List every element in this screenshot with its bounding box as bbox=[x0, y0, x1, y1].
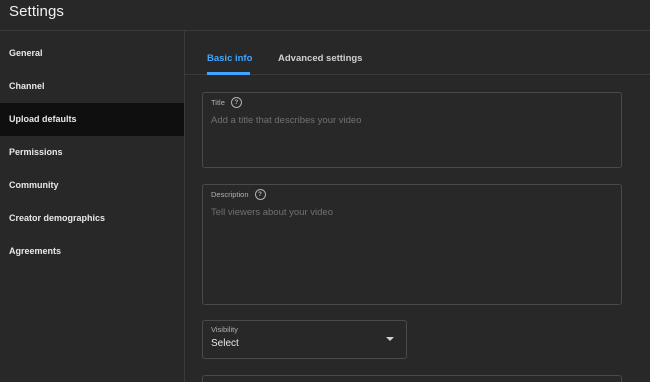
title-placeholder[interactable]: Add a title that describes your video bbox=[211, 115, 362, 126]
chevron-down-icon[interactable] bbox=[386, 337, 394, 341]
settings-app: Settings General Channel Upload defaults… bbox=[0, 0, 650, 382]
help-icon[interactable]: ? bbox=[254, 189, 266, 200]
visibility-selected-value: Select bbox=[211, 338, 239, 349]
sidebar: General Channel Upload defaults Permissi… bbox=[0, 31, 185, 382]
help-icon[interactable]: ? bbox=[230, 97, 242, 108]
tab-bar: Basic info Advanced settings bbox=[185, 31, 650, 75]
description-field-label: Description bbox=[211, 190, 249, 199]
description-placeholder[interactable]: Tell viewers about your video bbox=[211, 207, 333, 218]
visibility-dropdown[interactable]: Visibility Select bbox=[202, 320, 407, 359]
tab-basic-info[interactable]: Basic info bbox=[207, 53, 252, 64]
tab-advanced-settings[interactable]: Advanced settings bbox=[278, 53, 362, 64]
header: Settings bbox=[0, 0, 650, 31]
main-content: Basic info Advanced settings Title ? Add… bbox=[185, 31, 650, 382]
sidebar-item-upload-defaults[interactable]: Upload defaults bbox=[0, 103, 184, 136]
description-field-label-row: Description ? bbox=[211, 189, 266, 200]
title-field-label: Title bbox=[211, 98, 225, 107]
sidebar-item-agreements[interactable]: Agreements bbox=[0, 235, 184, 268]
visibility-label: Visibility bbox=[211, 325, 238, 334]
page-title: Settings bbox=[9, 3, 64, 20]
sidebar-item-creator-demographics[interactable]: Creator demographics bbox=[0, 202, 184, 235]
sidebar-item-permissions[interactable]: Permissions bbox=[0, 136, 184, 169]
sidebar-item-community[interactable]: Community bbox=[0, 169, 184, 202]
next-field-partial[interactable] bbox=[202, 375, 622, 382]
title-field[interactable]: Title ? Add a title that describes your … bbox=[202, 92, 622, 168]
sidebar-item-general[interactable]: General bbox=[0, 37, 184, 70]
sidebar-item-channel[interactable]: Channel bbox=[0, 70, 184, 103]
title-field-label-row: Title ? bbox=[211, 97, 242, 108]
active-tab-indicator bbox=[207, 72, 250, 75]
description-field[interactable]: Description ? Tell viewers about your vi… bbox=[202, 184, 622, 305]
